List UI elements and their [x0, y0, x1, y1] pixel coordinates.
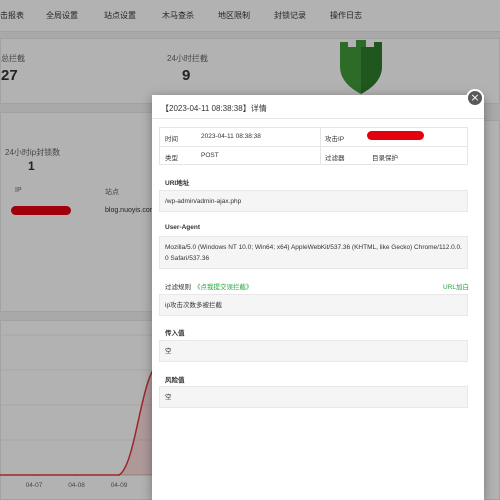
uri-value: /wp-admin/admin-ajax.php [165, 198, 242, 205]
type-value: POST [201, 152, 219, 159]
input-value-box: 空 [159, 340, 468, 362]
close-icon[interactable]: × [466, 89, 484, 107]
modal-title: 【2023-04-11 08:38:38】详情 [161, 104, 267, 113]
row-divider [160, 146, 467, 147]
input-value-label: 传入值 [165, 330, 185, 337]
redacted-attack-ip [367, 131, 424, 140]
col-divider [320, 128, 321, 164]
filter-rule-box: ip攻击次数多被拦截 [159, 294, 468, 316]
filter-rule-value: ip攻击次数多被拦截 [165, 302, 223, 309]
type-key: 类型 [165, 155, 178, 162]
filter-key: 过滤器 [325, 155, 345, 162]
user-agent-label: User-Agent [165, 224, 201, 231]
url-whitelist-link[interactable]: URL加白 [443, 281, 469, 291]
time-value: 2023-04-11 08:38:38 [201, 133, 261, 140]
risk-value-box: 空 [159, 386, 468, 408]
modal-header: 【2023-04-11 08:38:38】详情 [152, 95, 484, 119]
filter-value: 目录保护 [372, 155, 398, 162]
uri-label: URI地址 [165, 180, 190, 187]
user-agent-value: Mozilla/5.0 (Windows NT 10.0; Win64; x64… [165, 244, 462, 262]
filter-rule-label: 过滤规则 [165, 284, 191, 291]
info-table: 时间 2023-04-11 08:38:38 攻击IP 类型 POST 过滤器 … [159, 127, 468, 165]
user-agent-box: Mozilla/5.0 (Windows NT 10.0; Win64; x64… [159, 236, 468, 269]
input-value: 空 [165, 348, 172, 355]
risk-value-label: 风险值 [165, 377, 185, 384]
risk-value: 空 [165, 394, 172, 401]
time-key: 时间 [165, 136, 178, 143]
report-false-positive-link[interactable]: 《点我提交误拦截》 [194, 281, 253, 291]
attack-ip-key: 攻击IP [325, 136, 345, 143]
uri-box: /wp-admin/admin-ajax.php [159, 190, 468, 212]
